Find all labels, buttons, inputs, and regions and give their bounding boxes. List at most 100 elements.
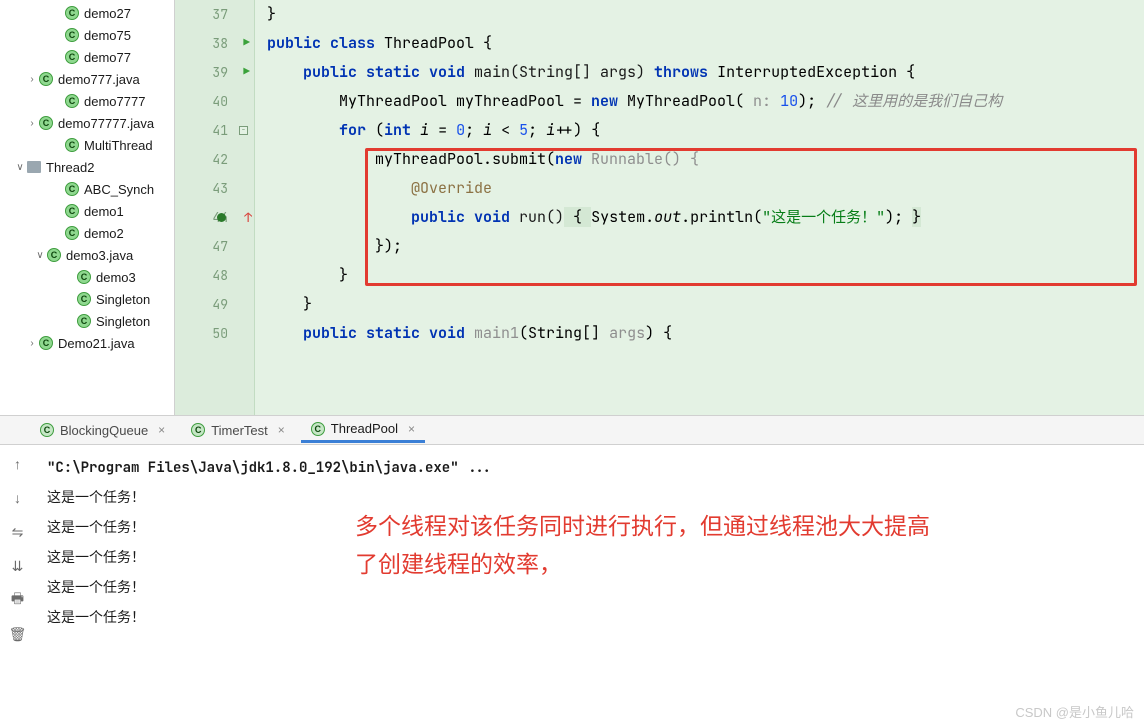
tree-item[interactable]: C MultiThread [0,134,174,156]
class-icon: C [38,71,54,87]
tree-item[interactable]: ∨Cdemo3.java [0,244,174,266]
tree-item[interactable]: Cdemo3 [0,266,174,288]
line-number: 43 [212,174,250,203]
close-icon[interactable]: × [408,422,415,436]
tree-item[interactable]: Cdemo77 [0,46,174,68]
console-tool-button[interactable]: ↓ [7,487,29,509]
tree-item[interactable]: Cdemo2 [0,222,174,244]
class-icon: C [64,203,80,219]
gutter-row[interactable]: 47 [175,232,254,261]
tree-label: demo7777 [84,94,145,109]
line-number: 37 [212,0,250,29]
chevron-icon[interactable]: › [26,118,38,129]
console-line: 这是一个任务！ [47,603,1132,633]
console-tool-button[interactable]: 🖶 [7,589,29,611]
project-tree[interactable]: Cdemo27Cdemo75Cdemo77›Cdemo777.javaCdemo… [0,0,175,415]
code-line[interactable]: myThreadPool.submit(new Runnable() { [267,145,1144,174]
folder-icon [26,159,42,175]
tree-label: demo777.java [58,72,140,87]
gutter-row[interactable]: 41− [175,116,254,145]
code-line[interactable]: } [267,0,1144,29]
tree-label: Thread2 [46,160,94,175]
gutter-row[interactable]: 48 [175,261,254,290]
class-icon: C [64,27,80,43]
fold-icon[interactable]: − [239,126,248,135]
code-area[interactable]: }public class ThreadPool { public static… [255,0,1144,415]
tree-item[interactable]: CSingleton [0,310,174,332]
line-number: 48 [212,261,250,290]
tree-label: Demo21.java [58,336,135,351]
tree-label: demo75 [84,28,131,43]
close-icon[interactable]: × [278,423,285,437]
tree-item[interactable]: Cdemo7777 [0,90,174,112]
console-command: "C:\Program Files\Java\jdk1.8.0_192\bin\… [47,453,1132,483]
annotation-text: 多个线程对该任务同时进行执行，但通过线程池大大提高了创建线程的效率， [355,507,935,583]
line-number: 50 [212,319,250,348]
gutter-row[interactable]: 50 [175,319,254,348]
line-number: 40 [212,87,250,116]
chevron-icon[interactable]: › [26,338,38,349]
code-line[interactable]: public static void main(String[] args) t… [267,58,1144,87]
tree-label: demo77 [84,50,131,65]
override-up-icon[interactable]: ↑ [244,203,252,232]
gutter-row[interactable]: 43 [175,174,254,203]
gutter-row[interactable]: 44↑ [175,203,254,232]
run-icon[interactable]: ▶ [243,58,250,87]
class-icon: C [76,291,92,307]
run-icon[interactable]: ▶ [243,29,250,58]
tree-item[interactable]: ∨ Thread2 [0,156,174,178]
editor-tab[interactable]: CTimerTest× [181,417,295,443]
class-icon: C [64,181,80,197]
editor-tab[interactable]: CBlockingQueue× [30,417,175,443]
console-tool-button[interactable]: ⇋ [7,521,29,543]
tree-item[interactable]: Cdemo75 [0,24,174,46]
tree-item[interactable]: C ABC_Synch [0,178,174,200]
class-icon: C [38,335,54,351]
tree-label: demo3 [96,270,136,285]
gutter-row[interactable]: 39▶ [175,58,254,87]
code-line[interactable]: }); [267,232,1144,261]
top-pane: Cdemo27Cdemo75Cdemo77›Cdemo777.javaCdemo… [0,0,1144,415]
code-line[interactable]: public class ThreadPool { [267,29,1144,58]
tab-label: BlockingQueue [60,423,148,438]
code-line[interactable]: public static void main1(String[] args) … [267,319,1144,348]
console-output[interactable]: "C:\Program Files\Java\jdk1.8.0_192\bin\… [35,445,1144,727]
gutter-row[interactable]: 40 [175,87,254,116]
tree-item[interactable]: ›C Demo21.java [0,332,174,354]
tree-item[interactable]: ›Cdemo77777.java [0,112,174,134]
gutter-row[interactable]: 49 [175,290,254,319]
class-icon: C [64,137,80,153]
console-tool-button[interactable]: ⇊ [7,555,29,577]
watermark: CSDN @是小鱼儿哈 [1015,702,1134,721]
close-icon[interactable]: × [158,423,165,437]
editor-tab[interactable]: CThreadPool× [301,417,425,443]
gutter[interactable]: 3738▶39▶4041−424344↑47484950 [175,0,255,415]
chevron-icon[interactable]: ∨ [14,162,26,173]
console-tool-button[interactable]: 🗑 [7,623,29,645]
code-line[interactable]: } [267,290,1144,319]
gutter-row[interactable]: 38▶ [175,29,254,58]
chevron-icon[interactable]: ∨ [34,250,46,261]
console-tool-button[interactable]: ↑ [7,453,29,475]
gutter-row[interactable]: 37 [175,0,254,29]
tree-item[interactable]: ›Cdemo777.java [0,68,174,90]
tree-item[interactable]: CSingleton [0,288,174,310]
tree-label: ABC_Synch [84,182,154,197]
tab-label: TimerTest [211,423,268,438]
tree-item[interactable]: Cdemo1 [0,200,174,222]
class-icon: C [64,93,80,109]
tree-item[interactable]: Cdemo27 [0,2,174,24]
breakpoint-icon[interactable] [217,213,226,222]
code-line[interactable]: for (int i = 0; i < 5; i++) { [267,116,1144,145]
tree-label: Singleton [96,314,150,329]
gutter-row[interactable]: 42 [175,145,254,174]
code-line[interactable]: MyThreadPool myThreadPool = new MyThread… [267,87,1144,116]
tree-label: MultiThread [84,138,153,153]
chevron-icon[interactable]: › [26,74,38,85]
console-pane: ↑ ↓ ⇋ ⇊ 🖶 🗑 "C:\Program Files\Java\jdk1.8.0_1… [0,445,1144,727]
class-icon: C [64,225,80,241]
code-line[interactable]: public void run() { System.out.println("… [267,203,1144,232]
code-line[interactable]: } [267,261,1144,290]
class-icon: C [64,5,80,21]
code-line[interactable]: @Override [267,174,1144,203]
